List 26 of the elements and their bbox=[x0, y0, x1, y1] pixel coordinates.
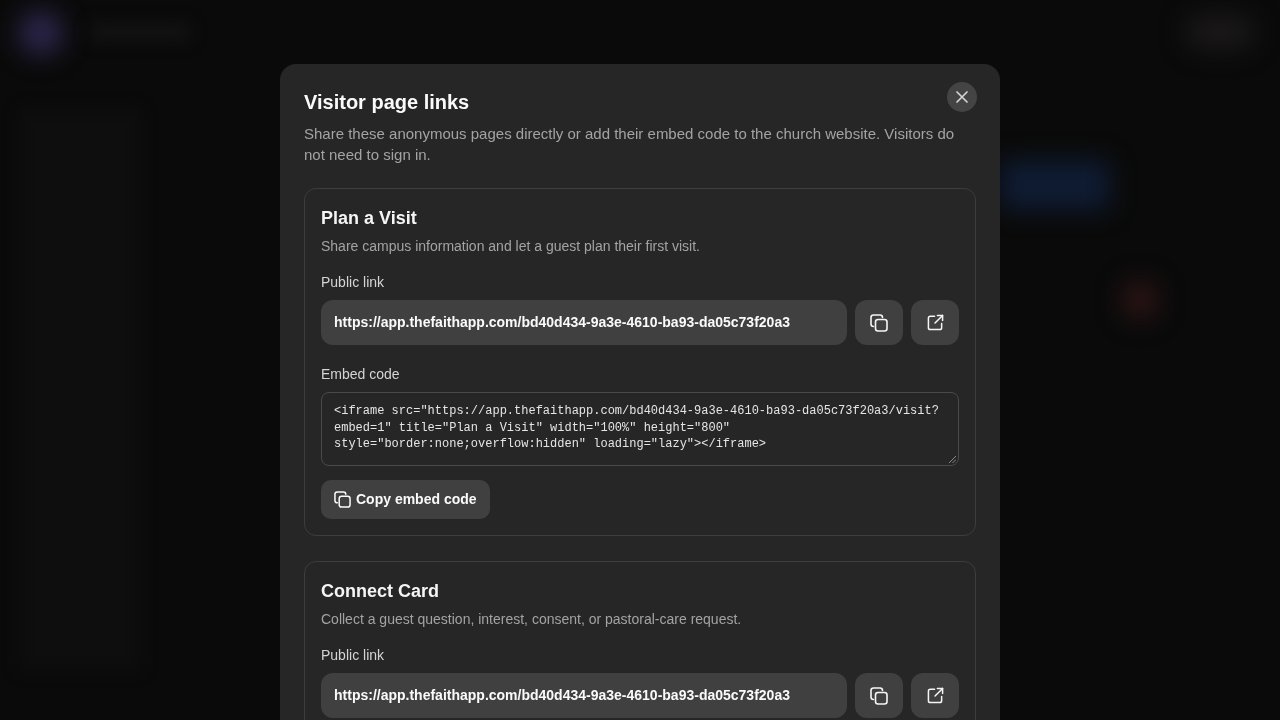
embed-code-field[interactable] bbox=[321, 392, 959, 466]
dialog-description: Share these anonymous pages directly or add their embed code to the church website. Visitors do not need to sign in. bbox=[304, 124, 956, 165]
copy-link-button[interactable] bbox=[855, 300, 903, 345]
field-label: Public link bbox=[321, 646, 386, 665]
external-link-icon bbox=[926, 687, 944, 704]
copy-icon bbox=[870, 686, 888, 705]
copy-icon bbox=[334, 491, 351, 508]
field-label: Embed code bbox=[321, 365, 401, 384]
open-link-button[interactable] bbox=[911, 300, 959, 345]
public-link-field[interactable]: https://app.thefaithapp.com/bd40d434-9a3e-4610-ba93-da05c73f20a3 bbox=[321, 673, 847, 718]
copy-link-button[interactable] bbox=[855, 673, 903, 718]
external-link-icon bbox=[926, 314, 944, 331]
resize-grip-icon bbox=[949, 456, 956, 463]
section-description: Collect a guest question, interest, consent, or pastoral-care request. bbox=[321, 610, 743, 629]
embed-code-text: <iframe src="https://app.thefaithapp.com/bd40d434-9a3e-4610-ba93-da05c73f20a3/visit? embed=1" title="Plan a Visit" width="100%" height="800" style="border:none;overflow:hidden" loading="lazy"></iframe> bbox=[334, 403, 939, 453]
open-link-button[interactable] bbox=[911, 673, 959, 718]
copy-icon bbox=[870, 313, 888, 332]
close-icon bbox=[956, 91, 968, 103]
close-button[interactable] bbox=[947, 82, 977, 112]
copy-embed-code-button[interactable]: Copy embed code bbox=[321, 480, 490, 519]
public-link-field[interactable]: https://app.thefaithapp.com/bd40d434-9a3e-4610-ba93-da05c73f20a3 bbox=[321, 300, 847, 345]
section-description: Share campus information and let a guest plan their first visit. bbox=[321, 237, 701, 256]
section-title: Plan a Visit bbox=[321, 207, 418, 230]
section-title: Connect Card bbox=[321, 580, 440, 603]
dialog-title: Visitor page links bbox=[304, 90, 470, 115]
field-label: Public link bbox=[321, 273, 386, 292]
